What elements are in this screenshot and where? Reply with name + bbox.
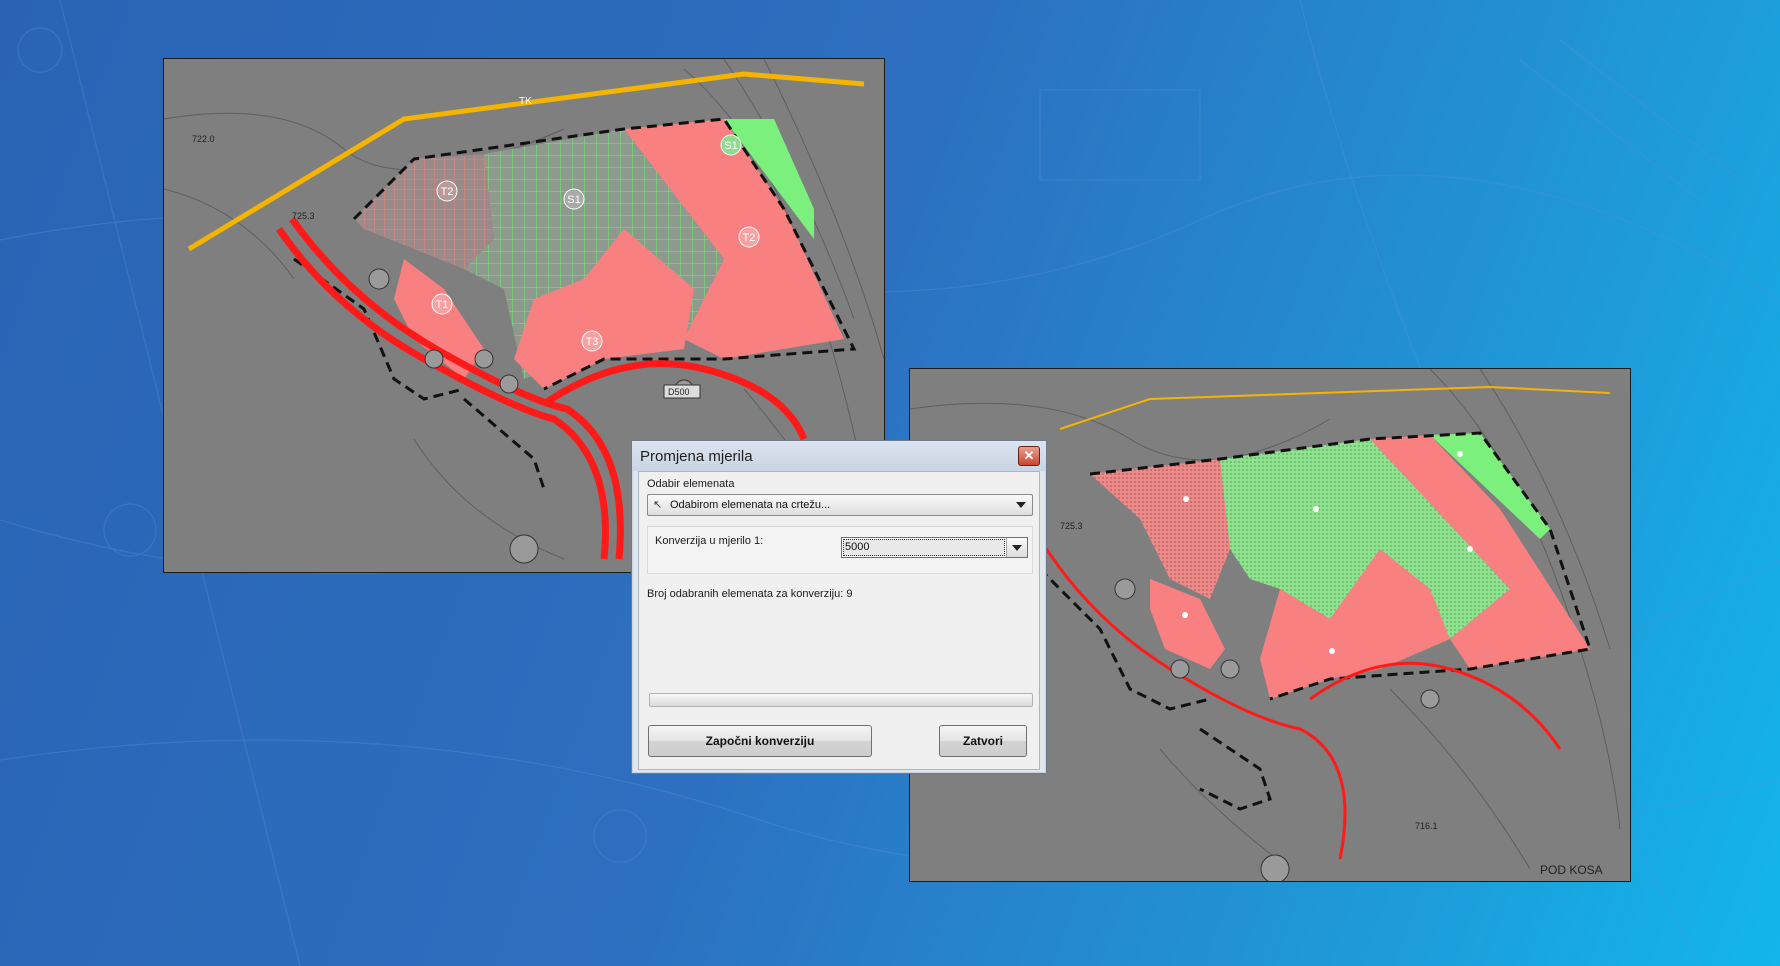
zone-t1-right <box>1150 579 1225 669</box>
road-secondary <box>542 360 808 441</box>
chevron-down-icon <box>1012 545 1022 551</box>
scale-dropdown[interactable]: 5000 <box>841 537 1028 558</box>
close-button[interactable]: Zatvori <box>939 725 1027 757</box>
dialog-title: Promjena mjerila <box>640 448 753 465</box>
contour-label-r1: 725.3 <box>1060 521 1083 531</box>
cursor-icon: ↖ <box>653 499 663 511</box>
place-label-pod-kosa: POD KOSA <box>1540 863 1603 877</box>
selection-label: Odabir elemenata <box>647 478 735 490</box>
contour-label-r2: 716.1 <box>1415 821 1438 831</box>
selection-dropdown[interactable]: ↖ Odabirom elemenata na crtežu... <box>647 494 1033 516</box>
dialog-titlebar[interactable]: Promjena mjerila ✕ <box>632 441 1046 471</box>
road-label-d500: D500 <box>668 387 690 397</box>
zone-label-t1: T1 <box>436 299 449 311</box>
power-line-thin <box>1059 385 1611 430</box>
chevron-down-icon <box>1016 502 1026 508</box>
scale-value: 5000 <box>845 541 870 553</box>
zone-label-t3: T3 <box>586 336 599 348</box>
zone-label-s1-east: S1 <box>724 140 737 152</box>
contour-label-2: 725.3 <box>292 211 315 221</box>
start-conversion-button[interactable]: Započni konverziju <box>648 725 872 757</box>
road-label-tk: TK <box>519 96 532 107</box>
zone-label-t2-east: T2 <box>743 232 756 244</box>
scale-dropdown-button[interactable] <box>1006 538 1027 557</box>
zone-label-s1: S1 <box>567 194 580 206</box>
contour-label-1: 722.0 <box>192 134 215 144</box>
zone-t2-hatched <box>354 154 494 269</box>
zone-t2-dotted <box>1090 459 1230 599</box>
scale-group: Konverzija u mjerilo 1: 5000 <box>647 526 1033 574</box>
dialog-body: Odabir elemenata ↖ Odabirom elemenata na… <box>638 471 1040 770</box>
scale-conversion-dialog: Promjena mjerila ✕ Odabir elemenata ↖ Od… <box>631 440 1047 774</box>
close-icon[interactable]: ✕ <box>1018 446 1040 466</box>
conversion-progress-bar <box>649 693 1033 707</box>
selected-count-text: Broj odabranih elemenata za konverziju: … <box>647 588 853 600</box>
selection-value: Odabirom elemenata na crtežu... <box>670 499 831 511</box>
zone-label-t2: T2 <box>441 186 454 198</box>
scale-label: Konverzija u mjerilo 1: <box>655 535 764 547</box>
